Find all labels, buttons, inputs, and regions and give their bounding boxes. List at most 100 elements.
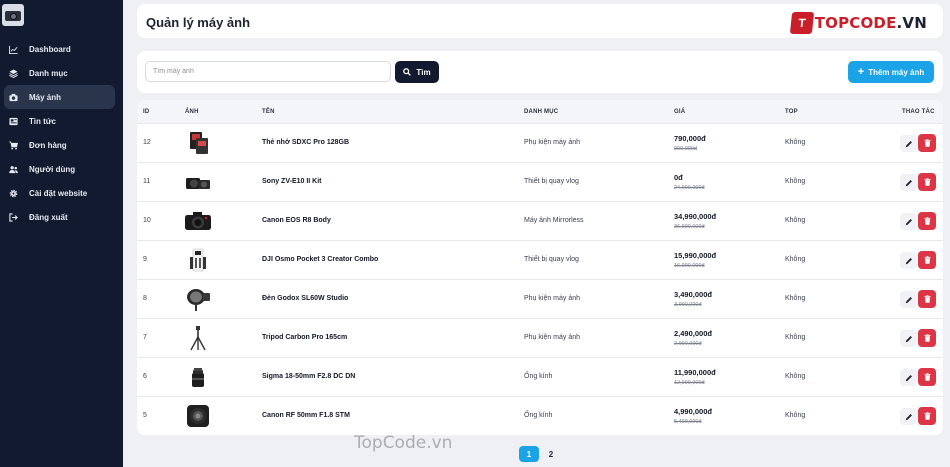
- trash-icon: [923, 256, 931, 264]
- delete-button[interactable]: [918, 134, 936, 152]
- sidebar-item-6[interactable]: Cài đặt website: [4, 181, 115, 205]
- product-category: Ống kính: [524, 412, 553, 419]
- pencil-icon: [905, 413, 913, 421]
- edit-button[interactable]: [900, 135, 917, 152]
- edit-button[interactable]: [900, 213, 917, 230]
- brand-mark: T: [789, 12, 814, 34]
- delete-button[interactable]: [918, 368, 936, 386]
- product-thumbnail: [184, 286, 212, 312]
- sidebar-item-label: Đăng xuất: [29, 212, 68, 222]
- top-flag: Không: [785, 256, 806, 263]
- row-id: 12: [143, 139, 151, 146]
- product-price: 3,490,000đ 3,990,000đ: [674, 290, 712, 308]
- old-price: 5,490,000đ: [674, 419, 702, 425]
- product-name: Canon RF 50mm F1.8 STM: [262, 412, 350, 419]
- pencil-icon: [905, 179, 913, 187]
- chart-line-icon: [9, 45, 18, 54]
- brand-logo: T TOPCODE.VN: [789, 12, 927, 34]
- sidebar-item-7[interactable]: Đăng xuất: [4, 205, 115, 229]
- product-thumbnail: [184, 325, 212, 351]
- sidebar-item-0[interactable]: Dashboard: [4, 37, 115, 61]
- pencil-icon: [905, 218, 913, 226]
- column-header: Thao tác: [902, 109, 935, 115]
- delete-button[interactable]: [918, 173, 936, 191]
- product-category: Thiết bị quay vlog: [524, 256, 579, 263]
- header: Quản lý máy ảnh T TOPCODE.VN: [137, 4, 943, 38]
- cart-icon: [9, 141, 18, 150]
- page-button[interactable]: 1: [519, 446, 539, 462]
- page-button[interactable]: 2: [541, 446, 561, 462]
- delete-button[interactable]: [918, 212, 936, 230]
- table-row: 5 Canon RF 50mm F1.8 STM Ống kính 4,990,000…: [137, 396, 943, 435]
- pencil-icon: [905, 140, 913, 148]
- column-header: Danh mục: [524, 109, 559, 115]
- plus-icon: +: [857, 65, 865, 78]
- delete-button[interactable]: [918, 251, 936, 269]
- sidebar-item-label: Máy ảnh: [29, 92, 62, 102]
- edit-button[interactable]: [900, 252, 917, 269]
- product-price: 2,490,000đ 2,990,000đ: [674, 329, 712, 347]
- trash-icon: [923, 412, 931, 420]
- product-price: 790,000đ 990,000đ: [674, 134, 706, 152]
- sidebar-item-label: Tin tức: [29, 116, 56, 126]
- delete-button[interactable]: [918, 329, 936, 347]
- sidebar-nav: Dashboard Danh mục Máy ảnh Tin tức Đơn hàng N…: [0, 37, 123, 229]
- table-row: 7 Tripod Carbon Pro 165cm Phụ kiện máy ảnh…: [137, 318, 943, 357]
- layers-icon: [9, 68, 18, 78]
- sidebar-item-2[interactable]: Máy ảnh: [4, 85, 115, 109]
- sidebar-item-label: Danh mục: [29, 68, 68, 78]
- add-camera-button[interactable]: + Thêm máy ảnh: [848, 61, 934, 83]
- search-icon: [403, 68, 412, 76]
- watermark: TopCode.vn: [354, 433, 453, 453]
- product-price: 4,990,000đ 5,490,000đ: [674, 407, 712, 425]
- brand-text: TOPCODE.VN: [815, 14, 927, 32]
- delete-button[interactable]: [918, 407, 936, 425]
- delete-button[interactable]: [918, 290, 936, 308]
- row-id: 6: [143, 373, 147, 380]
- edit-button[interactable]: [900, 408, 917, 425]
- product-category: Ống kính: [524, 373, 553, 380]
- trash-icon: [923, 139, 931, 147]
- product-category: Máy ảnh Mirrorless: [524, 217, 584, 224]
- pagination: 12: [519, 446, 563, 462]
- old-price: 2,990,000đ: [674, 341, 702, 347]
- brand-suffix: .VN: [896, 14, 927, 32]
- current-price: 34,990,000đ: [674, 212, 717, 221]
- current-price: 790,000đ: [674, 134, 706, 143]
- column-header: Ảnh: [185, 109, 199, 115]
- table-row: 9 DJI Osmo Pocket 3 Creator Combo Thiết bị…: [137, 240, 943, 279]
- product-name: DJI Osmo Pocket 3 Creator Combo: [262, 256, 379, 263]
- pencil-icon: [905, 257, 913, 265]
- sidebar-item-3[interactable]: Tin tức: [4, 109, 115, 133]
- sidebar-item-label: Dashboard: [29, 44, 71, 54]
- column-header: Giá: [674, 109, 686, 115]
- product-price: 0đ 24,990,000đ: [674, 173, 705, 191]
- top-flag: Không: [785, 334, 806, 341]
- current-price: 3,490,000đ: [674, 290, 712, 299]
- edit-button[interactable]: [900, 330, 917, 347]
- edit-button[interactable]: [900, 291, 917, 308]
- sidebar-item-5[interactable]: Người dùng: [4, 157, 115, 181]
- product-category: Phụ kiện máy ảnh: [524, 334, 581, 341]
- edit-button[interactable]: [900, 174, 917, 191]
- logo-camera-icon[interactable]: [2, 4, 24, 26]
- newspaper-icon: [9, 117, 18, 126]
- product-name: Thẻ nhớ SDXC Pro 128GB: [262, 139, 350, 146]
- sidebar-item-4[interactable]: Đơn hàng: [4, 133, 115, 157]
- row-id: 5: [143, 412, 147, 419]
- sidebar-item-label: Cài đặt website: [29, 188, 88, 198]
- old-price: 16,990,000đ: [674, 263, 705, 269]
- pencil-icon: [905, 296, 913, 304]
- top-flag: Không: [785, 373, 806, 380]
- sidebar-item-1[interactable]: Danh mục: [4, 61, 115, 85]
- trash-icon: [923, 178, 931, 186]
- old-price: 990,000đ: [674, 146, 697, 152]
- search-input[interactable]: [145, 61, 391, 82]
- product-name: Sony ZV-E10 II Kit: [262, 178, 322, 185]
- top-flag: Không: [785, 412, 806, 419]
- edit-button[interactable]: [900, 369, 917, 386]
- product-thumbnail: [184, 364, 212, 390]
- current-price: 4,990,000đ: [674, 407, 712, 416]
- search-button[interactable]: Tìm: [395, 61, 439, 83]
- current-price: 2,490,000đ: [674, 329, 712, 338]
